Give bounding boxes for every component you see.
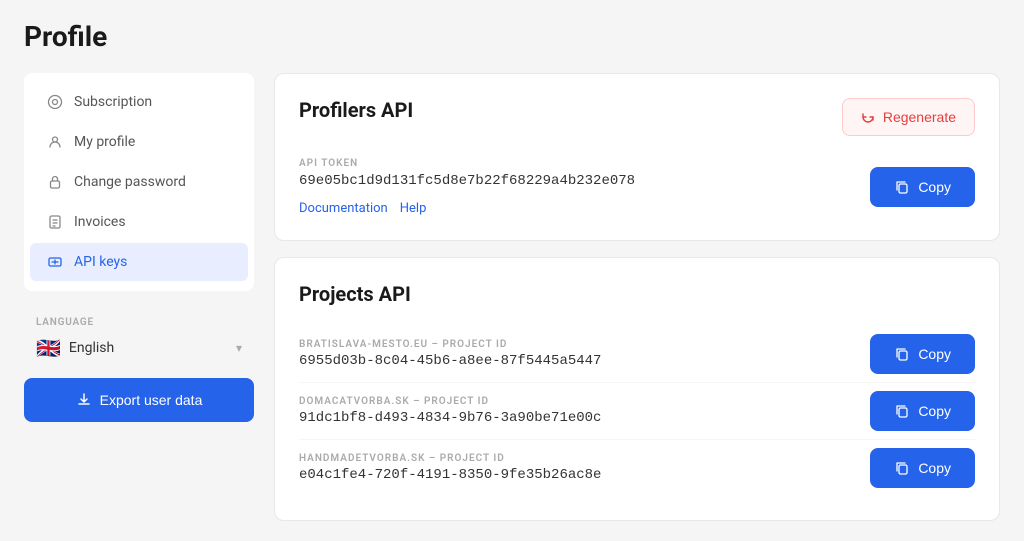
project-info-bratislava: BRATISLAVA-MESTO.EU – PROJECT ID 6955d03… — [299, 339, 854, 369]
copy-icon-handmadetvorba — [894, 460, 910, 476]
profilers-api-copy-button[interactable]: Copy — [870, 167, 975, 207]
sidebar-item-label-api-keys: API keys — [74, 254, 127, 270]
sidebar-item-subscription[interactable]: Subscription — [30, 83, 248, 121]
chevron-down-icon: ▾ — [236, 341, 242, 355]
export-user-data-button[interactable]: Export user data — [24, 378, 254, 422]
project-value-bratislava: 6955d03b-8c04-45b6-a8ee-87f5445a5447 — [299, 353, 854, 369]
sidebar: Subscription My profile — [24, 73, 254, 521]
project-label-handmadetvorba: HANDMADETVORBA.SK – PROJECT ID — [299, 453, 854, 464]
api-keys-icon — [46, 253, 64, 271]
copy-button-domacatvorba[interactable]: Copy — [870, 391, 975, 431]
api-token-links: Documentation Help — [299, 201, 854, 216]
copy-label-domacatvorba: Copy — [918, 403, 951, 419]
language-name: English — [69, 340, 228, 356]
project-value-domacatvorba: 91dc1bf8-d493-4834-9b76-3a90be71e00c — [299, 410, 854, 426]
invoices-icon — [46, 213, 64, 231]
sidebar-item-change-password[interactable]: Change password — [30, 163, 248, 201]
copy-button-bratislava[interactable]: Copy — [870, 334, 975, 374]
sidebar-item-label-subscription: Subscription — [74, 94, 152, 110]
projects-api-card: Projects API BRATISLAVA-MESTO.EU – PROJE… — [274, 257, 1000, 521]
profilers-api-card: Profilers API Regenerate API TOKEN 69e05… — [274, 73, 1000, 241]
export-button-label: Export user data — [100, 392, 203, 408]
lock-icon — [46, 173, 64, 191]
project-label-domacatvorba: DOMACATVORBA.SK – PROJECT ID — [299, 396, 854, 407]
regenerate-icon — [861, 110, 875, 124]
project-row-handmadetvorba: HANDMADETVORBA.SK – PROJECT ID e04c1fe4-… — [299, 439, 975, 496]
project-row-bratislava: BRATISLAVA-MESTO.EU – PROJECT ID 6955d03… — [299, 326, 975, 382]
sidebar-item-my-profile[interactable]: My profile — [30, 123, 248, 161]
sidebar-nav: Subscription My profile — [24, 73, 254, 291]
sidebar-item-invoices[interactable]: Invoices — [30, 203, 248, 241]
page-title: Profile — [24, 20, 1000, 53]
sidebar-item-label-invoices: Invoices — [74, 214, 126, 230]
subscription-icon — [46, 93, 64, 111]
api-token-value: 69e05bc1d9d131fc5d8e7b22f68229a4b232e078 — [299, 173, 854, 189]
help-link[interactable]: Help — [400, 201, 427, 216]
language-section: LANGUAGE 🇬🇧 English ▾ — [24, 307, 254, 370]
copy-label-bratislava: Copy — [918, 346, 951, 362]
language-label: LANGUAGE — [36, 317, 242, 328]
profilers-copy-label: Copy — [918, 179, 951, 195]
language-selector[interactable]: 🇬🇧 English ▾ — [36, 332, 242, 364]
main-content: Profilers API Regenerate API TOKEN 69e05… — [274, 73, 1000, 521]
project-info-domacatvorba: DOMACATVORBA.SK – PROJECT ID 91dc1bf8-d4… — [299, 396, 854, 426]
api-token-row: API TOKEN 69e05bc1d9d131fc5d8e7b22f68229… — [299, 158, 975, 216]
copy-label-handmadetvorba: Copy — [918, 460, 951, 476]
copy-button-handmadetvorba[interactable]: Copy — [870, 448, 975, 488]
sidebar-item-label-change-password: Change password — [74, 174, 186, 190]
copy-icon-bratislava — [894, 346, 910, 362]
sidebar-item-label-my-profile: My profile — [74, 134, 135, 150]
download-icon — [76, 392, 92, 408]
projects-api-title: Projects API — [299, 282, 975, 306]
project-value-handmadetvorba: e04c1fe4-720f-4191-8350-9fe35b26ac8e — [299, 467, 854, 483]
api-token-section: API TOKEN 69e05bc1d9d131fc5d8e7b22f68229… — [299, 158, 854, 216]
documentation-link[interactable]: Documentation — [299, 201, 388, 216]
copy-icon — [894, 179, 910, 195]
project-label-bratislava: BRATISLAVA-MESTO.EU – PROJECT ID — [299, 339, 854, 350]
regenerate-label: Regenerate — [883, 109, 956, 125]
project-info-handmadetvorba: HANDMADETVORBA.SK – PROJECT ID e04c1fe4-… — [299, 453, 854, 483]
copy-icon-domacatvorba — [894, 403, 910, 419]
sidebar-item-api-keys[interactable]: API keys — [30, 243, 248, 281]
regenerate-button[interactable]: Regenerate — [842, 98, 975, 136]
flag-icon: 🇬🇧 — [36, 336, 61, 360]
profilers-api-title: Profilers API — [299, 98, 413, 122]
my-profile-icon — [46, 133, 64, 151]
api-token-label: API TOKEN — [299, 158, 854, 169]
project-row-domacatvorba: DOMACATVORBA.SK – PROJECT ID 91dc1bf8-d4… — [299, 382, 975, 439]
